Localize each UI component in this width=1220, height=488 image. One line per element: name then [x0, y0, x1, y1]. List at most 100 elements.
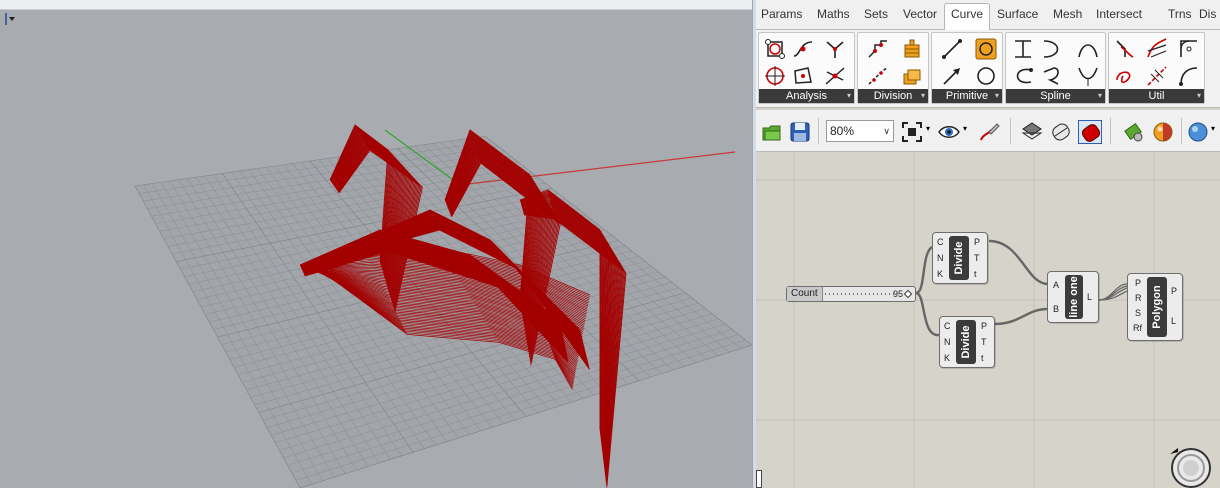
display-dropdown-icon[interactable]: ▾ [1211, 124, 1215, 133]
circle-cnr-icon[interactable] [974, 37, 998, 61]
tab-mesh[interactable]: Mesh [1053, 7, 1082, 21]
line-sdl-icon[interactable] [940, 64, 964, 88]
divide-distance-icon[interactable] [866, 64, 890, 88]
curve-eval-icon[interactable] [791, 37, 815, 61]
group-label-spline: Spline ▾ [1006, 89, 1105, 103]
canvas-scroll-handle[interactable] [756, 470, 762, 488]
polyline-arc-icon[interactable] [1040, 64, 1064, 88]
closest-point-icon[interactable] [763, 64, 787, 88]
slider-track[interactable] [825, 293, 895, 295]
zoom-extents-dropdown-icon[interactable]: ▾ [926, 124, 930, 133]
sketch-icon[interactable] [977, 120, 1001, 144]
polyline-icon[interactable] [1011, 37, 1035, 61]
output-port-p[interactable]: P [981, 321, 987, 331]
rhino-viewport[interactable] [0, 0, 752, 488]
circle-icon[interactable] [974, 64, 998, 88]
contour-icon[interactable] [900, 37, 924, 61]
save-file-icon[interactable] [788, 120, 812, 144]
tab-dis[interactable]: Dis [1199, 7, 1216, 21]
group-label-primitive: Primitive ▾ [932, 89, 1002, 103]
toolbar-separator [818, 118, 819, 144]
line-icon[interactable] [940, 37, 964, 61]
curve-frame-icon[interactable] [823, 37, 847, 61]
canvas-toolbar: 80% ∨ ▾ ▾ ▾ [756, 110, 1220, 152]
mesh-settings-icon[interactable] [1122, 120, 1146, 144]
selected-preview-icon[interactable] [1078, 120, 1102, 144]
input-port-r[interactable]: R [1135, 293, 1142, 303]
output-port-l[interactable]: L [1171, 316, 1176, 326]
zoom-dropdown[interactable]: 80% ∨ [826, 120, 894, 142]
wireframe-preview-icon[interactable] [1020, 120, 1044, 144]
input-port-n[interactable]: N [937, 253, 944, 263]
output-port-p[interactable]: P [1171, 286, 1177, 296]
wire-count-to-divide1 [915, 245, 933, 295]
gh-canvas[interactable]: Count 95 C N K Divide P T t C N K Divide [756, 152, 1220, 488]
toolbar-separator [1110, 118, 1111, 144]
shaded-preview-icon[interactable] [1049, 120, 1073, 144]
tangent-curve-icon[interactable] [1076, 64, 1100, 88]
zoom-extents-icon[interactable] [900, 120, 924, 144]
group-label-analysis: Analysis ▾ [759, 89, 854, 103]
fillet-distance-icon[interactable] [1177, 37, 1201, 61]
input-port-p[interactable]: P [1135, 278, 1141, 288]
arc-3pt-icon[interactable] [1076, 37, 1100, 61]
output-port-l[interactable]: L [1087, 292, 1092, 302]
polygon-center-icon[interactable] [791, 64, 815, 88]
output-port-t[interactable]: T [974, 253, 980, 263]
output-port-p[interactable]: P [974, 237, 980, 247]
slider-label: Count [787, 287, 823, 301]
tab-params[interactable]: Params [761, 7, 802, 21]
input-port-c[interactable]: C [937, 237, 944, 247]
tab-intersect[interactable]: Intersect [1096, 7, 1142, 21]
input-port-k[interactable]: K [937, 269, 943, 279]
component-core: Divide [949, 236, 969, 280]
group-util: Util ▾ [1108, 32, 1205, 104]
join-curves-icon[interactable] [1113, 64, 1137, 88]
group-analysis: Analysis ▾ [758, 32, 855, 104]
output-port-t-lower[interactable]: t [974, 269, 977, 279]
preview-eye-icon[interactable] [937, 120, 961, 144]
tab-vector[interactable]: Vector [903, 7, 937, 21]
output-port-t[interactable]: T [981, 337, 987, 347]
count-slider[interactable]: Count 95 [786, 286, 916, 302]
grasshopper-window: Params Maths Sets Vector Curve Surface M… [756, 0, 1220, 488]
extend-curve-icon[interactable] [1177, 64, 1201, 88]
contour-ex-icon[interactable] [900, 64, 924, 88]
nurbs-curve-icon[interactable] [1011, 64, 1035, 88]
input-port-rf[interactable]: Rf [1133, 323, 1142, 333]
canvas-navigation-widget-icon[interactable] [1162, 442, 1214, 488]
component-title: Polygon [1151, 285, 1163, 329]
material-icon[interactable] [1151, 120, 1175, 144]
component-ribbon: Analysis ▾ Division ▾ Primitive ▾ Spline… [756, 30, 1220, 108]
input-port-c[interactable]: C [944, 321, 951, 331]
divide-component-1[interactable]: C N K Divide P T t [932, 232, 988, 284]
tab-curve[interactable]: Curve [944, 3, 991, 30]
input-port-k[interactable]: K [944, 353, 950, 363]
preview-dropdown-icon[interactable]: ▾ [963, 124, 967, 133]
polygon-component[interactable]: P R S Rf Polygon P L [1127, 273, 1183, 341]
perspective-view [134, 124, 752, 488]
tab-trns[interactable]: Trns [1168, 7, 1192, 21]
tab-maths[interactable]: Maths [817, 7, 850, 21]
tab-sets[interactable]: Sets [864, 7, 888, 21]
fillet-icon[interactable] [1113, 37, 1137, 61]
tab-surface[interactable]: Surface [997, 7, 1038, 21]
input-port-a[interactable]: A [1053, 280, 1059, 290]
sphere-display-icon[interactable] [1186, 120, 1210, 144]
input-port-s[interactable]: S [1135, 308, 1141, 318]
component-core: Divide [956, 320, 976, 364]
output-port-t-lower[interactable]: t [981, 353, 984, 363]
control-points-icon[interactable] [763, 37, 787, 61]
line-one-component[interactable]: A B line one L [1047, 271, 1099, 323]
shatter-icon[interactable] [1145, 64, 1169, 88]
interpolate-icon[interactable] [1040, 37, 1064, 61]
offset-curve-icon[interactable] [1145, 37, 1169, 61]
component-title: Divide [953, 241, 965, 275]
slider-knob-icon[interactable] [903, 289, 913, 299]
input-port-b[interactable]: B [1053, 304, 1059, 314]
input-port-n[interactable]: N [944, 337, 951, 347]
divide-component-2[interactable]: C N K Divide P T t [939, 316, 995, 368]
divide-curve-icon[interactable] [866, 37, 890, 61]
curve-closest-icon[interactable] [823, 64, 847, 88]
open-file-icon[interactable] [760, 120, 784, 144]
